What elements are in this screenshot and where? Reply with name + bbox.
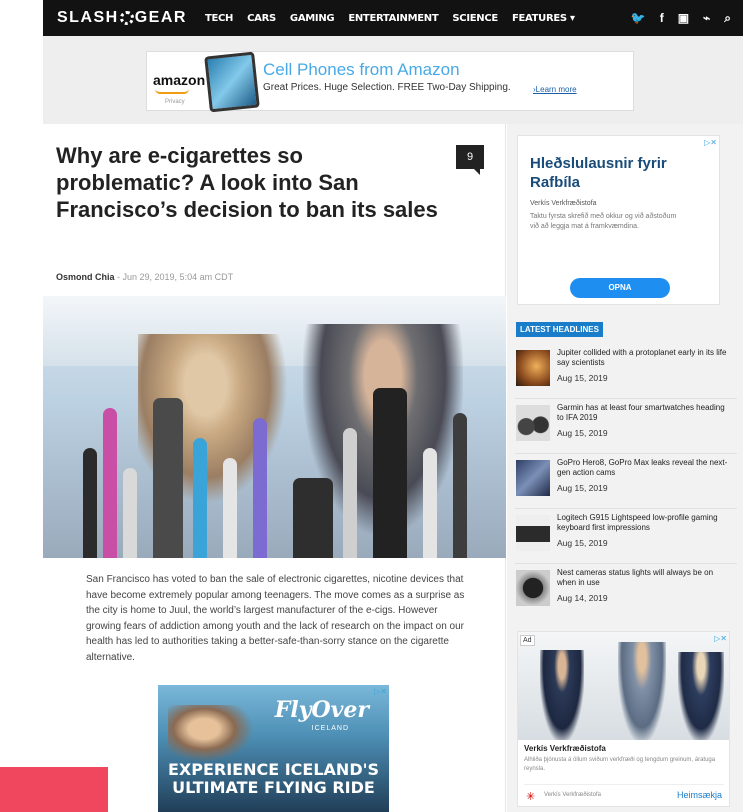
verkis-logo-icon: ✳ <box>526 791 536 803</box>
ad-person <box>540 650 584 740</box>
sidebar-ad-headline: Hleðslulausnir fyrir Rafbíla <box>530 155 667 191</box>
ad-brand: FlyOver <box>274 697 369 723</box>
author-link[interactable]: Osmond Chia <box>56 272 115 282</box>
sidebar-ad-company: Verkís Verkfræðistofa <box>530 200 597 207</box>
ad-headline-line-2: ULTIMATE FLYING RIDE <box>172 778 375 797</box>
headline-item[interactable]: GoPro Hero8, GoPro Max leaks reveal the … <box>515 454 737 509</box>
ad-close-icon[interactable]: ▷✕ <box>704 138 717 147</box>
hero-image <box>43 296 506 558</box>
headline-date: Aug 15, 2019 <box>557 428 608 438</box>
footer-advertiser-name: Verkís Verkfræðistofa <box>544 792 602 798</box>
ad-headline-line-1: EXPERIENCE ICELAND'S <box>167 760 380 779</box>
visit-button[interactable]: Heimsækja <box>677 790 722 800</box>
publish-date: - Jun 29, 2019, 5:04 am CDT <box>114 272 234 282</box>
nav-item-cars[interactable]: CARS <box>247 13 276 24</box>
comment-count-badge[interactable]: 9 <box>456 145 484 175</box>
headline-date: Aug 15, 2019 <box>557 483 608 493</box>
ecig-pen <box>193 438 207 558</box>
headline-date: Aug 14, 2019 <box>557 593 608 603</box>
amazon-ad[interactable]: amazon Privacy Cell Phones from Amazon G… <box>146 51 634 113</box>
ecig-pen <box>123 468 137 558</box>
headline-title[interactable]: Nest cameras status lights will always b… <box>557 568 733 588</box>
nav-item-science[interactable]: SCIENCE <box>452 13 498 24</box>
twitter-icon[interactable]: 🐦 <box>631 11 646 26</box>
ad-person <box>678 652 724 740</box>
headline-title[interactable]: Logitech G915 Lightspeed low-profile gam… <box>557 513 733 533</box>
headline-date: Aug 15, 2019 <box>557 373 608 383</box>
nav-item-features[interactable]: FEATURES ▾ <box>512 13 575 24</box>
headline-thumbnail[interactable] <box>516 515 550 551</box>
youtube-icon[interactable]: ▣ <box>678 11 689 26</box>
ecig-pen <box>373 388 407 558</box>
rss-icon[interactable]: ⌁ <box>703 11 710 26</box>
logo-text-left: SLASH <box>57 9 119 26</box>
nav-item-tech[interactable]: TECH <box>205 13 233 24</box>
ecig-pen <box>103 408 117 558</box>
ad-learn-more-link[interactable]: ›Learn more <box>533 85 577 94</box>
site-logo[interactable]: SLASH GEAR <box>57 9 187 27</box>
headline-item[interactable]: Garmin has at least four smartwatches he… <box>515 399 737 454</box>
social-icons: 🐦 f ▣ ⌁ ⌕ <box>631 11 731 26</box>
sidebar-ad-desc: Taktu fyrsta skrefið með okkur og við að… <box>530 213 677 230</box>
leaderboard-ad-strip: amazon Privacy Cell Phones from Amazon G… <box>43 36 743 124</box>
flyover-iceland-ad[interactable]: FlyOver ICELAND EXPERIENCE ICELAND'S ULT… <box>158 685 389 812</box>
ecig-pen <box>453 413 467 558</box>
latest-headlines-label: LATEST HEADLINES <box>516 322 603 337</box>
headline-thumbnail[interactable] <box>516 460 550 496</box>
logo-text-right: GEAR <box>134 9 187 26</box>
ecig-pen <box>153 398 183 558</box>
headline-item[interactable]: Jupiter collided with a protoplanet earl… <box>515 344 737 399</box>
main-nav: TECH CARS GAMING ENTERTAINMENT SCIENCE F… <box>205 13 575 24</box>
nav-item-entertainment[interactable]: ENTERTAINMENT <box>348 13 438 24</box>
sidebar-ad-2-desc: Alhliða þjónusta á öllum sviðum verkfræð… <box>524 757 716 772</box>
article: Why are e-cigarettes so problematic? A l… <box>43 124 506 812</box>
headline-title[interactable]: GoPro Hero8, GoPro Max leaks reveal the … <box>557 458 733 478</box>
ecig-pen <box>423 448 437 558</box>
amazon-logo: amazon <box>153 72 206 88</box>
ad-person <box>618 642 666 740</box>
top-navbar: SLASH GEAR TECH CARS GAMING ENTERTAINMEN… <box>43 0 743 36</box>
headline-date: Aug 15, 2019 <box>557 538 608 548</box>
article-body-paragraph: San Francisco has voted to ban the sale … <box>86 574 465 663</box>
article-byline: Osmond Chia - Jun 29, 2019, 5:04 am CDT <box>56 272 233 282</box>
facebook-icon[interactable]: f <box>660 11 664 26</box>
headline-item[interactable]: Logitech G915 Lightspeed low-profile gam… <box>515 509 737 564</box>
ecig-pen <box>223 458 237 558</box>
ad-headline: Cell Phones from Amazon <box>263 60 460 79</box>
nav-item-gaming[interactable]: GAMING <box>290 13 335 24</box>
ad-close-icon[interactable]: ▷✕ <box>374 687 387 696</box>
ecig-pen <box>293 478 333 558</box>
gear-logo-icon <box>119 11 134 25</box>
latest-headlines-list: Jupiter collided with a protoplanet earl… <box>515 344 737 619</box>
ecig-pen <box>343 428 357 558</box>
page: SLASH GEAR TECH CARS GAMING ENTERTAINMEN… <box>0 0 743 812</box>
headline-thumbnail[interactable] <box>516 350 550 386</box>
headline-thumbnail[interactable] <box>516 405 550 441</box>
ad-close-icon[interactable]: ▷✕ <box>714 634 727 643</box>
ad-privacy-link[interactable]: Privacy <box>165 99 185 105</box>
sidebar: ▷✕ Hleðslulausnir fyrir Rafbíla Verkís V… <box>507 124 743 812</box>
ad-badge: Ad <box>520 635 535 646</box>
sidebar-ad[interactable]: ▷✕ Hleðslulausnir fyrir Rafbíla Verkís V… <box>517 135 720 305</box>
headline-title[interactable]: Jupiter collided with a protoplanet earl… <box>557 348 733 368</box>
ad-people-image <box>168 705 258 765</box>
ad-brand-sub: ICELAND <box>311 725 349 732</box>
headline-title[interactable]: Garmin has at least four smartwatches he… <box>557 403 733 423</box>
ad-headline: EXPERIENCE ICELAND'S ULTIMATE FLYING RID… <box>158 761 389 797</box>
overlay-box <box>0 767 108 812</box>
headline-thumbnail[interactable] <box>516 570 550 606</box>
ad-subtext: Great Prices. Huge Selection. FREE Two-D… <box>263 82 511 93</box>
sidebar-ad-2-company: Verkís Verkfræðistofa <box>524 744 606 753</box>
phone-image <box>204 51 260 113</box>
ad-photo <box>518 632 729 740</box>
article-title: Why are e-cigarettes so problematic? A l… <box>56 143 438 222</box>
amazon-smile-icon <box>155 89 189 94</box>
ecig-pen <box>253 418 267 558</box>
sidebar-ad-open-button[interactable]: OPNA <box>570 278 670 298</box>
headline-item[interactable]: Nest cameras status lights will always b… <box>515 564 737 619</box>
search-icon[interactable]: ⌕ <box>724 11 731 26</box>
sidebar-ad-2[interactable]: Ad ▷✕ Verkís Verkfræðistofa Alhliða þjón… <box>517 631 730 807</box>
sidebar-ad-2-footer: ✳ Verkís Verkfræðistofa Heimsækja <box>524 784 724 804</box>
ecig-pen <box>83 448 97 558</box>
